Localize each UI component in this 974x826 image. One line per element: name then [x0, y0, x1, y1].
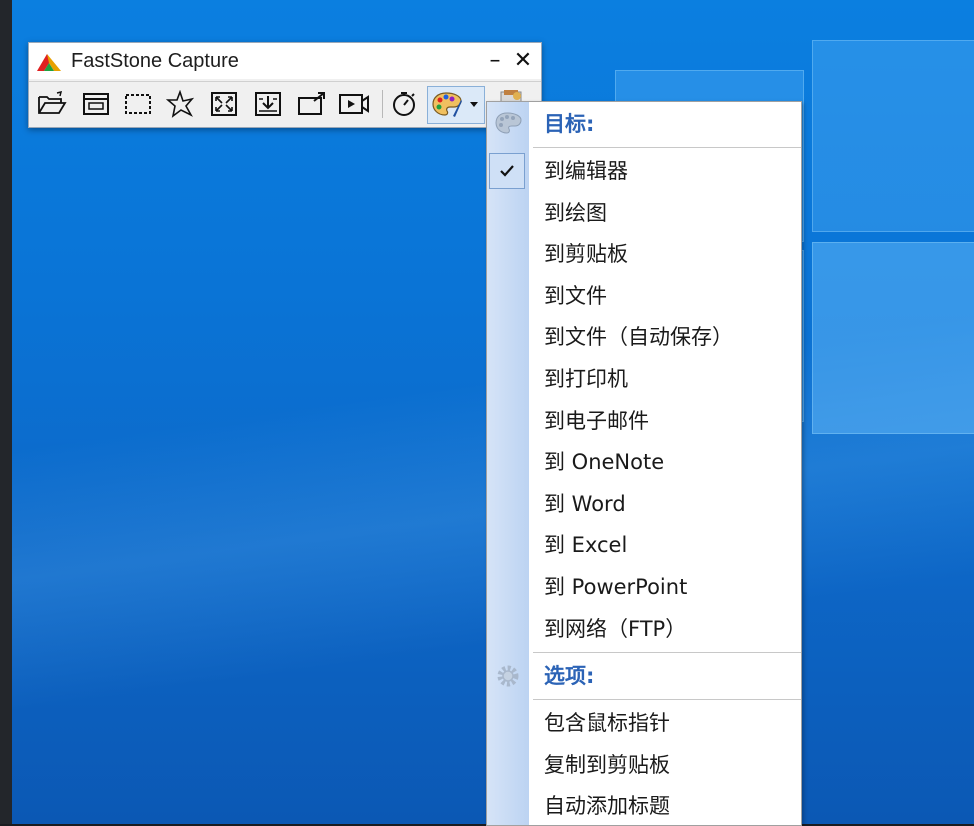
open-file-icon — [38, 91, 67, 114]
capture-freehand-icon — [166, 90, 194, 118]
menu-item-label: 到文件 — [544, 283, 607, 308]
menu-item-target[interactable]: 到电子邮件 — [487, 401, 801, 442]
menu-header-options: 选项: — [487, 656, 801, 697]
capture-fixed-region-icon — [298, 92, 325, 115]
menu-item-label: 到剪贴板 — [544, 242, 628, 267]
menu-item-label: 到 OneNote — [544, 450, 665, 475]
gear-icon — [497, 665, 519, 687]
menu-item-label: 到文件（自动保存） — [544, 325, 733, 350]
menu-item-target[interactable]: 到文件 — [487, 276, 801, 317]
window-title: FastStone Capture — [71, 50, 239, 72]
capture-scrolling-icon — [255, 92, 281, 116]
menu-item-label: 到 Word — [544, 491, 626, 516]
capture-window-button[interactable] — [79, 88, 113, 120]
windows-logo-pane — [812, 242, 974, 434]
menu-item-target[interactable]: 到编辑器 — [487, 151, 801, 192]
faststone-capture-window: FastStone Capture – ✕ — [28, 42, 542, 128]
output-palette-icon — [432, 92, 462, 117]
menu-header-label: 选项: — [544, 664, 595, 688]
menu-item-target[interactable]: 到文件（自动保存） — [487, 317, 801, 358]
menu-item-target[interactable]: 到 Excel — [487, 525, 801, 566]
palette-icon — [495, 112, 522, 134]
windows-logo-pane — [812, 40, 974, 232]
output-target-button[interactable] — [427, 86, 485, 124]
menu-item-label: 到电子邮件 — [544, 408, 649, 433]
menu-item-label: 到编辑器 — [544, 159, 628, 183]
menu-item-target[interactable]: 到 Word — [487, 484, 801, 525]
title-bar[interactable]: FastStone Capture – ✕ — [29, 43, 541, 79]
menu-item-target[interactable]: 到 PowerPoint — [487, 567, 801, 608]
capture-toolbar — [29, 81, 541, 126]
menu-item-option[interactable]: 自动添加标题 — [487, 786, 801, 825]
menu-item-label: 到 PowerPoint — [544, 575, 688, 599]
menu-item-label: 自动添加标题 — [544, 794, 670, 819]
minimize-button[interactable]: – — [481, 47, 509, 75]
menu-item-option[interactable]: 包含鼠标指针 — [487, 703, 801, 744]
capture-rectangle-button[interactable] — [121, 88, 155, 120]
left-edge-strip — [0, 0, 12, 824]
close-button[interactable]: ✕ — [509, 47, 537, 75]
menu-item-label: 到打印机 — [544, 367, 628, 391]
menu-item-target[interactable]: 到网络（FTP） — [487, 609, 801, 650]
menu-item-label: 包含鼠标指针 — [544, 711, 670, 735]
capture-fixed-region-button[interactable] — [295, 88, 329, 120]
capture-fullscreen-icon — [211, 92, 237, 116]
menu-item-target[interactable]: 到打印机 — [487, 359, 801, 400]
menu-separator — [533, 147, 801, 148]
delay-timer-button[interactable] — [387, 88, 421, 120]
menu-header-label: 目标: — [544, 112, 595, 136]
chevron-down-icon — [470, 102, 478, 107]
capture-window-icon — [83, 93, 109, 115]
capture-scrolling-button[interactable] — [251, 88, 285, 120]
menu-item-target[interactable]: 到 OneNote — [487, 442, 801, 483]
faststone-logo-icon — [37, 54, 61, 71]
menu-item-option[interactable]: 复制到剪贴板 — [487, 745, 801, 786]
checkmark-icon — [489, 153, 525, 189]
menu-separator — [533, 652, 801, 653]
menu-separator — [533, 699, 801, 700]
menu-header-target: 目标: — [487, 104, 801, 145]
capture-freehand-button[interactable] — [163, 88, 197, 120]
menu-item-label: 到网络（FTP） — [544, 616, 687, 641]
screen-recorder-icon — [339, 94, 369, 114]
capture-rectangle-icon — [125, 94, 151, 114]
menu-item-label: 到绘图 — [544, 200, 607, 225]
open-file-button[interactable] — [35, 88, 69, 120]
output-target-menu: 目标: 选项: 到编辑器到绘图到剪贴板到文件到文件（自动保存） 到打印机到电子邮件… — [486, 101, 802, 826]
menu-item-target[interactable]: 到剪贴板 — [487, 234, 801, 275]
menu-item-target[interactable]: 到绘图 — [487, 193, 801, 234]
menu-item-label: 到 Excel — [544, 533, 628, 558]
screen-recorder-button[interactable] — [337, 88, 371, 120]
menu-item-label: 复制到剪贴板 — [544, 752, 670, 777]
delay-timer-icon — [393, 92, 415, 116]
toolbar-separator — [382, 90, 383, 118]
capture-fullscreen-button[interactable] — [207, 88, 241, 120]
